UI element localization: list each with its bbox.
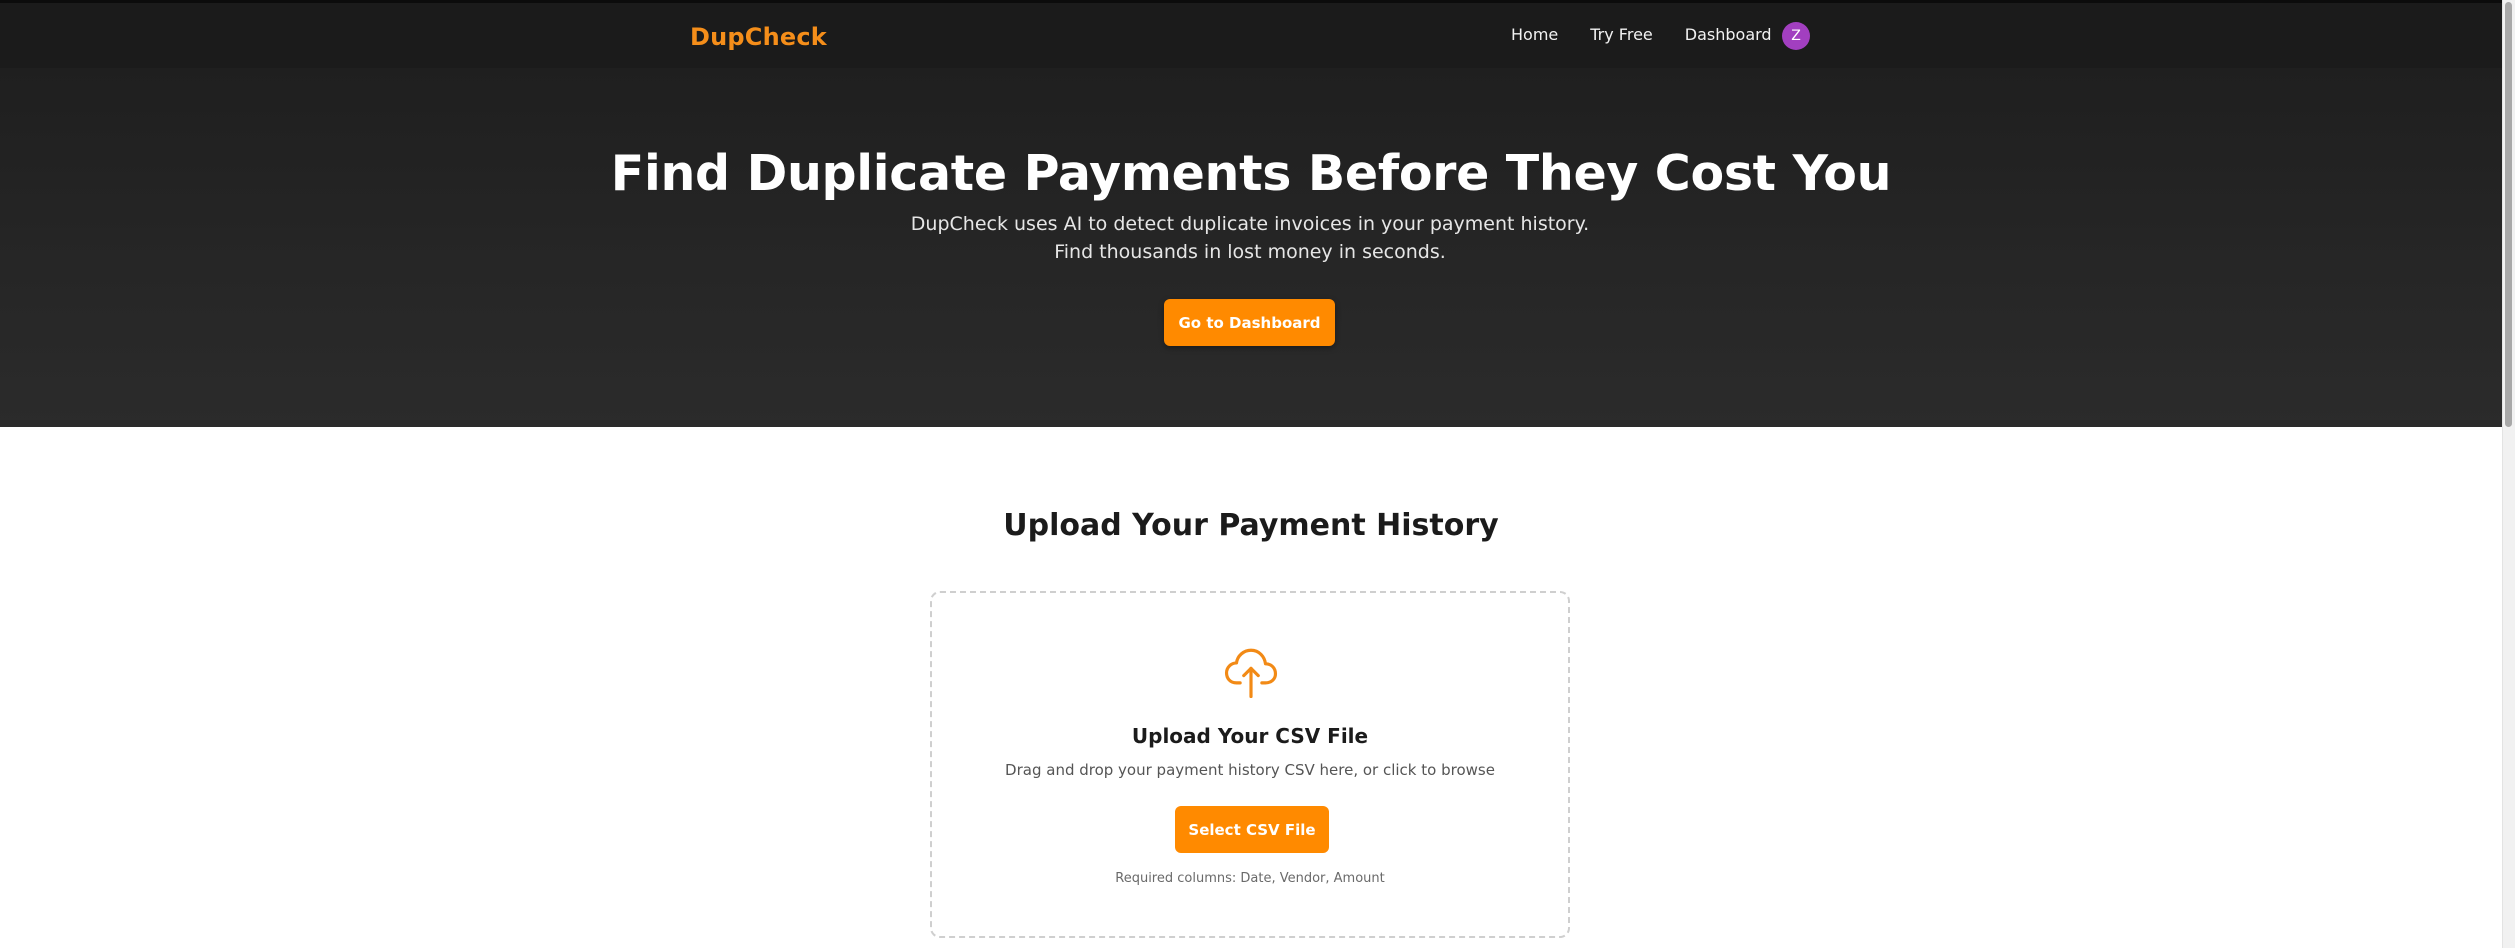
hero-subtitle: DupCheck uses AI to detect duplicate inv… bbox=[910, 213, 1590, 263]
page: DupCheck Home Try Free Dashboard Z Find … bbox=[0, 0, 2515, 948]
hero-section: Find Duplicate Payments Before They Cost… bbox=[0, 68, 2502, 427]
hero-title: Find Duplicate Payments Before They Cost… bbox=[610, 145, 1892, 202]
cloud-upload-icon bbox=[1224, 648, 1278, 699]
upload-description: Drag and drop your payment history CSV h… bbox=[1005, 761, 1495, 779]
nav-link-home[interactable]: Home bbox=[1511, 25, 1558, 44]
navbar: DupCheck Home Try Free Dashboard Z bbox=[0, 3, 2502, 68]
nav-link-try-free[interactable]: Try Free bbox=[1590, 25, 1653, 44]
csv-dropzone[interactable]: Upload Your CSV File Drag and drop your … bbox=[930, 591, 1570, 938]
nav-links: Home Try Free Dashboard bbox=[1511, 25, 1772, 44]
brand-logo[interactable]: DupCheck bbox=[690, 23, 827, 51]
select-csv-button[interactable]: Select CSV File bbox=[1175, 806, 1329, 853]
upload-title: Upload Your CSV File bbox=[1131, 724, 1369, 748]
required-columns-note: Required columns: Date, Vendor, Amount bbox=[1115, 871, 1385, 886]
user-avatar[interactable]: Z bbox=[1782, 22, 1810, 50]
upload-section-title: Upload Your Payment History bbox=[1003, 508, 1499, 543]
go-to-dashboard-button[interactable]: Go to Dashboard bbox=[1164, 299, 1335, 346]
scrollbar-thumb[interactable] bbox=[2505, 2, 2512, 427]
nav-link-dashboard[interactable]: Dashboard bbox=[1685, 25, 1772, 44]
